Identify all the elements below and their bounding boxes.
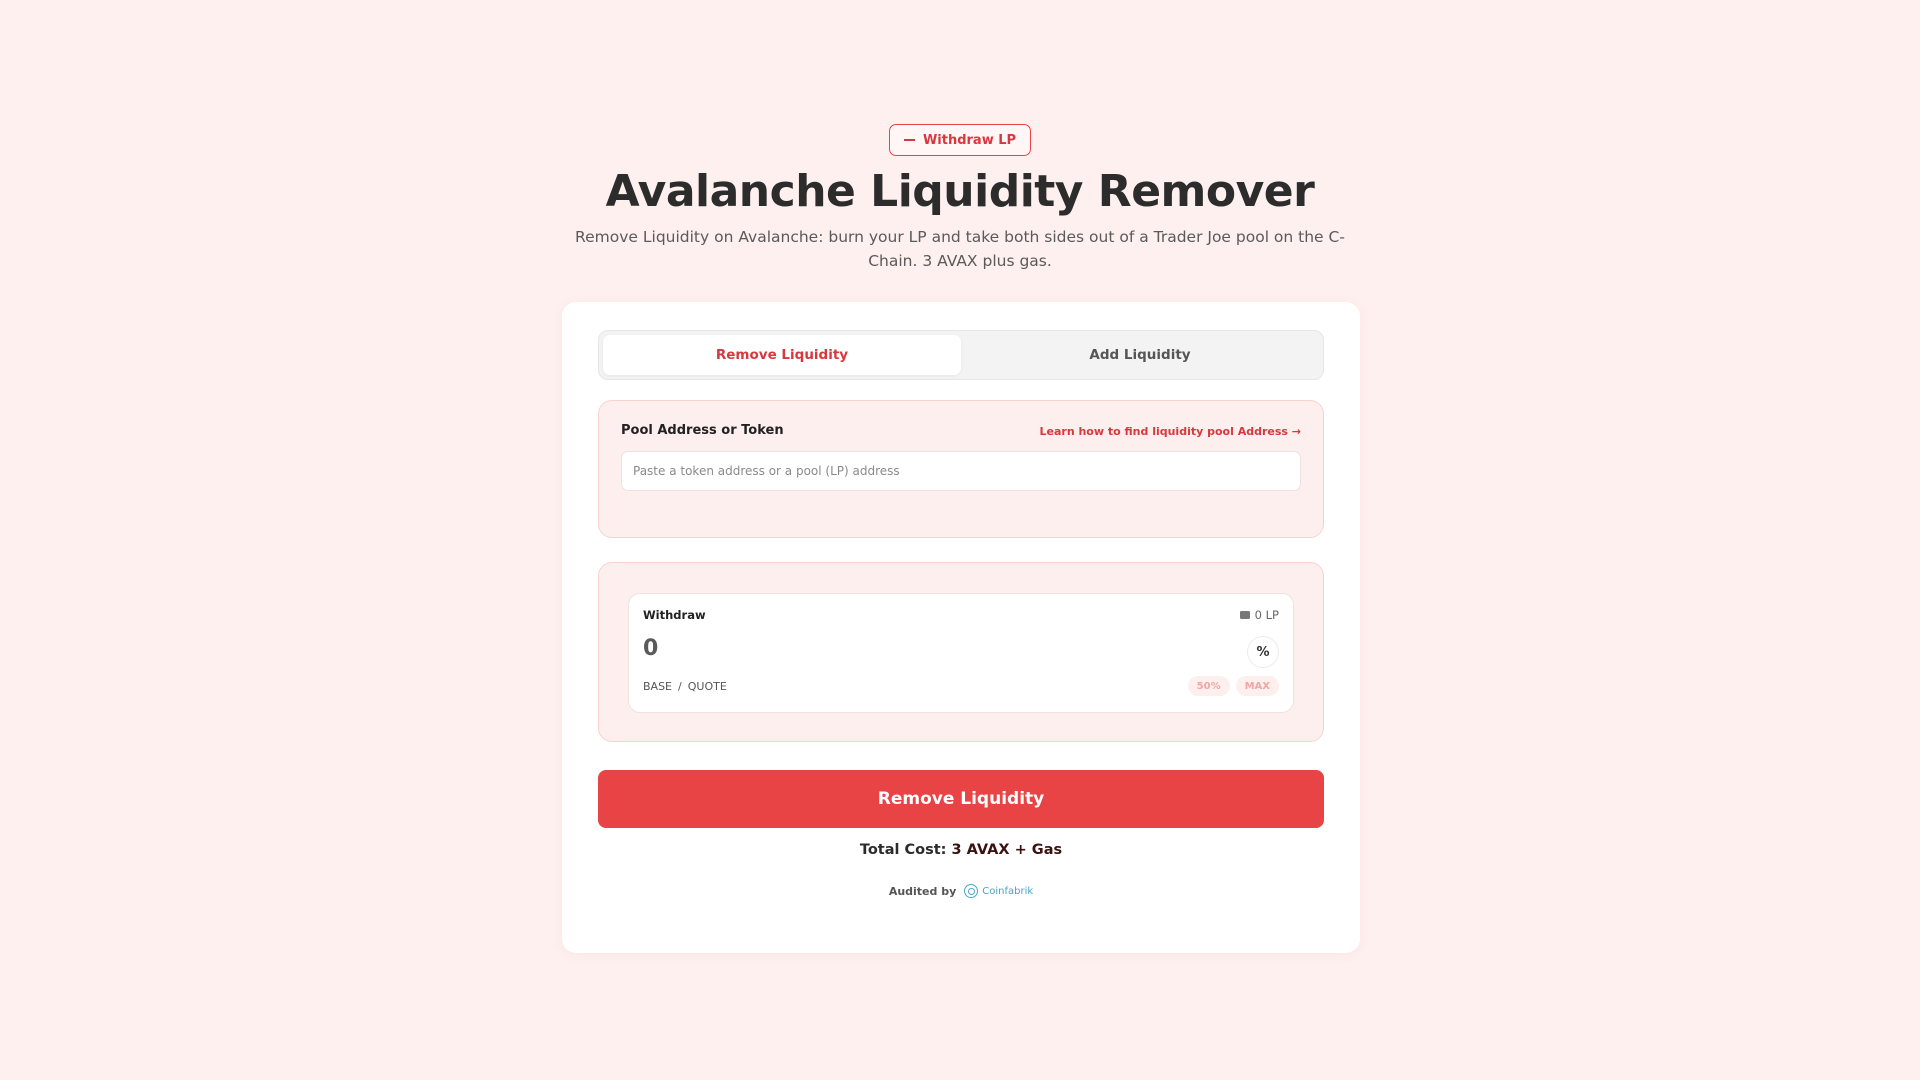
max-button[interactable]: MAX [1235, 676, 1279, 696]
minus-icon [903, 139, 915, 141]
withdraw-amount-box: Withdraw 0 LP 0 % BASE / QUOTE 50% MAX [628, 593, 1294, 713]
pool-address-label: Pool Address or Token [621, 423, 784, 438]
audit-info: Audited by Coinfabrik [562, 884, 1360, 898]
hero-section: Withdraw LP Avalanche Liquidity Remover … [560, 108, 1360, 273]
quick-amount-buttons: 50% MAX [1187, 676, 1279, 696]
auditor-name: Coinfabrik [982, 885, 1034, 897]
coinfabrik-logo-icon [964, 884, 979, 898]
page: Withdraw LP Avalanche Liquidity Remover … [0, 0, 1920, 1080]
badge-label: Withdraw LP [922, 132, 1017, 148]
liquidity-card: Remove Liquidity Add Liquidity Pool Addr… [562, 302, 1360, 953]
auditor-logo[interactable]: Coinfabrik [964, 884, 1033, 898]
tab-add-liquidity[interactable]: Add Liquidity [961, 335, 1319, 375]
withdraw-lp-badge: Withdraw LP [888, 124, 1032, 156]
lp-balance-value: 0 LP [1254, 608, 1279, 622]
withdraw-panel: Withdraw 0 LP 0 % BASE / QUOTE 50% MAX [598, 562, 1324, 742]
page-title: Avalanche Liquidity Remover [605, 166, 1315, 217]
pool-address-input[interactable] [621, 451, 1301, 491]
total-cost-label: Total Cost: [859, 842, 947, 858]
percent-button[interactable]: % [1247, 636, 1279, 668]
base-token: BASE [643, 680, 673, 693]
find-pool-address-link[interactable]: Learn how to find liquidity pool Address… [1040, 425, 1302, 438]
page-subtitle: Remove Liquidity on Avalanche: burn your… [575, 228, 1345, 270]
mode-tabs: Remove Liquidity Add Liquidity [598, 330, 1324, 380]
withdraw-amount-input[interactable]: 0 [643, 636, 658, 661]
total-cost: Total Cost: 3 AVAX + Gas [562, 842, 1360, 858]
pool-address-panel: Pool Address or Token Learn how to find … [598, 400, 1324, 538]
token-pair: BASE / QUOTE [643, 680, 727, 693]
quote-token: QUOTE [687, 680, 727, 693]
total-cost-value: 3 AVAX + Gas [951, 842, 1063, 858]
pair-separator: / [678, 680, 682, 693]
remove-liquidity-button[interactable]: Remove Liquidity [598, 770, 1324, 828]
fifty-percent-button[interactable]: 50% [1187, 676, 1230, 696]
wallet-icon [1239, 611, 1250, 619]
audited-by-label: Audited by [888, 884, 957, 898]
tab-remove-liquidity[interactable]: Remove Liquidity [603, 335, 961, 375]
lp-balance: 0 LP [1239, 608, 1279, 622]
withdraw-label: Withdraw [643, 608, 706, 622]
